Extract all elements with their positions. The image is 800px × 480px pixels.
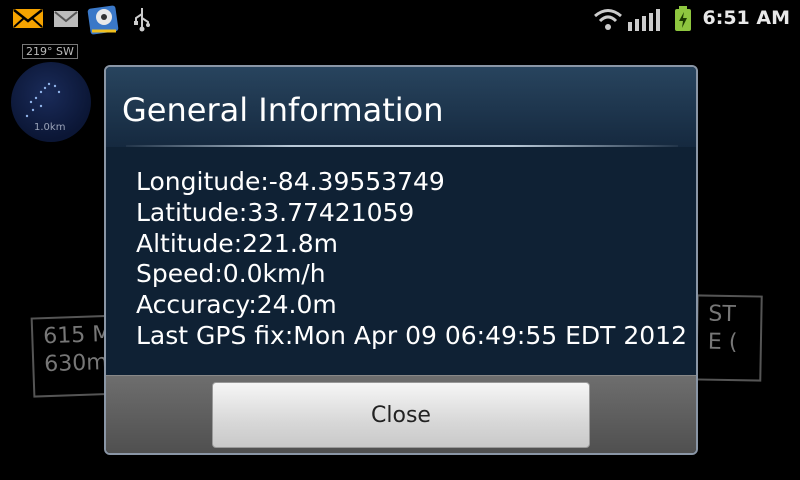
dialog-footer: Close [106, 375, 696, 453]
status-bar: 6:51 AM [0, 0, 800, 38]
last-gps-fix-line: Last GPS fix:Mon Apr 09 06:49:55 EDT 201… [136, 320, 687, 350]
app-icon [87, 5, 119, 35]
close-button[interactable]: Close [212, 382, 590, 448]
usb-icon [134, 8, 150, 32]
altitude-line: Altitude:221.8m [136, 228, 339, 258]
mail-icon [13, 9, 43, 28]
info-list: Longitude:-84.39553749 Latitude:33.77421… [136, 167, 687, 352]
poi-sign-right-line2: E ( [707, 329, 738, 356]
poi-sign-left-line2: 630m [43, 349, 109, 378]
status-time: 6:51 AM [702, 7, 791, 29]
general-info-dialog: General Information Longitude:-84.395537… [104, 65, 698, 455]
dialog-header: General Information [106, 67, 696, 147]
signal-icon [628, 9, 660, 31]
dialog-title: General Information [122, 91, 444, 129]
speed-line: Speed:0.0km/h [136, 259, 326, 289]
poi-sign-right[interactable]: ST E ( [695, 294, 763, 382]
accuracy-line: Accuracy:24.0m [136, 290, 337, 320]
compass-heading: 219° SW [22, 44, 78, 59]
wifi-icon [594, 9, 622, 30]
radar-range-label: 1.0km [34, 122, 66, 133]
gmail-icon [54, 11, 78, 27]
poi-sign-right-line1: ST [708, 301, 737, 328]
dialog-body: Longitude:-84.39553749 Latitude:33.77421… [106, 147, 696, 375]
poi-sign-left-line1: 615 M [42, 321, 112, 350]
longitude-line: Longitude:-84.39553749 [136, 167, 445, 196]
battery-charging-icon [675, 6, 691, 31]
latitude-line: Latitude:33.77421059 [136, 197, 415, 227]
